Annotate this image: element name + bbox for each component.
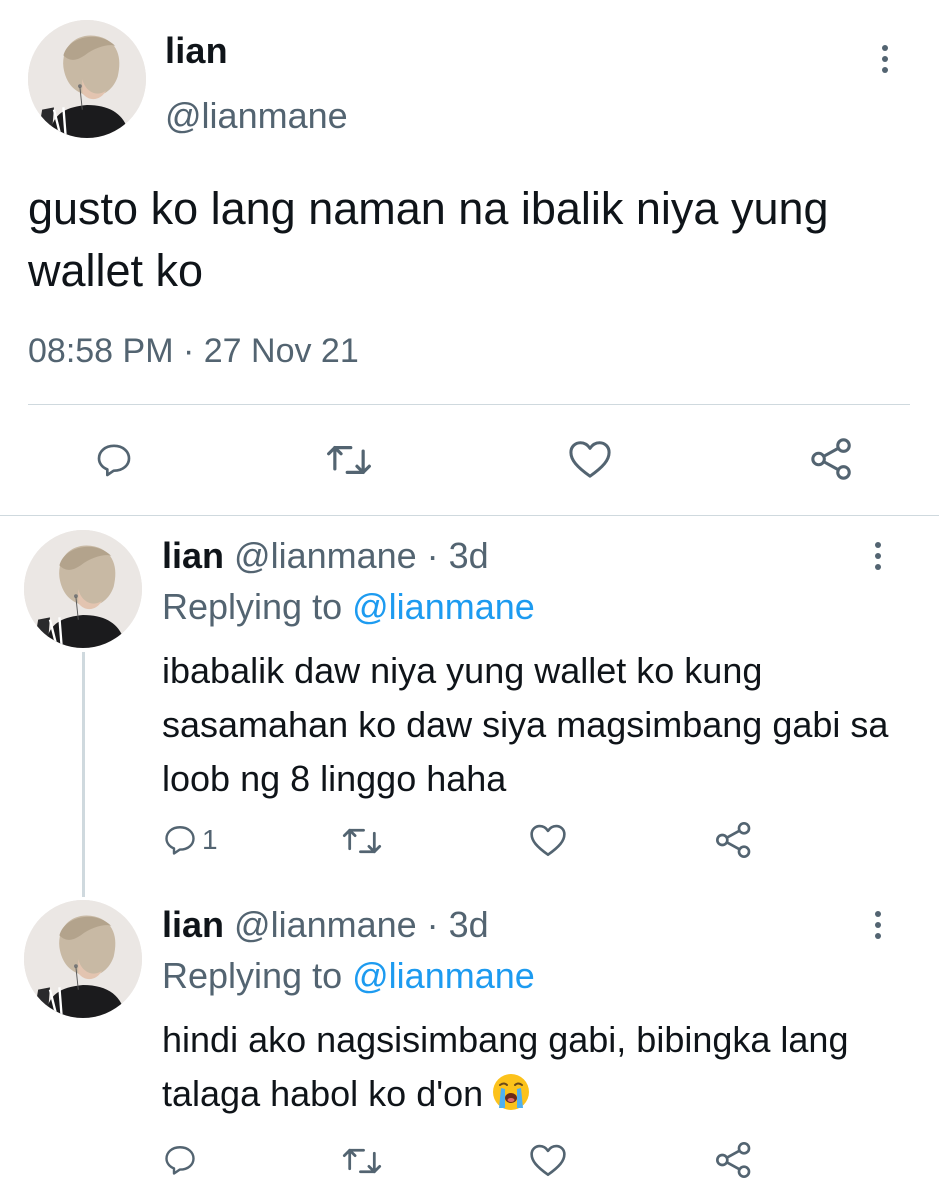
retweet-button[interactable] <box>326 440 372 480</box>
retweet-icon <box>342 828 382 854</box>
author-name[interactable]: lian <box>162 535 224 576</box>
reply-icon <box>165 1146 195 1175</box>
like-button[interactable] <box>567 438 613 480</box>
replying-to: Replying to @lianmane <box>162 955 535 996</box>
tweet-text: gusto ko lang naman na ibalik niya yung … <box>28 183 829 296</box>
tweet-timestamp[interactable]: 08:58 PM · 27 Nov 21 <box>28 332 359 371</box>
mention-link[interactable]: @lianmane <box>352 586 535 627</box>
mention-link[interactable]: @lianmane <box>352 955 535 996</box>
reply-header: lian @lianmane · 3d <box>162 904 489 946</box>
reply-text: ibabalik daw niya yung wallet ko kung sa… <box>162 650 889 799</box>
more-vertical-icon <box>875 911 881 917</box>
share-icon <box>716 822 751 858</box>
thread-line <box>82 652 85 897</box>
more-vertical-icon <box>875 542 881 548</box>
more-vertical-icon <box>882 45 888 51</box>
heart-icon <box>530 824 566 857</box>
share-icon <box>811 438 851 480</box>
replying-to: Replying to @lianmane <box>162 586 535 627</box>
heart-icon <box>569 441 611 478</box>
more-options-button[interactable] <box>878 45 892 73</box>
share-button[interactable] <box>808 436 856 482</box>
reply-icon <box>97 444 131 477</box>
share-button[interactable] <box>714 1140 754 1180</box>
heart-icon <box>530 1144 566 1177</box>
reply-text: hindi ako nagsisimbang gabi, bibingka la… <box>162 1019 849 1114</box>
like-button[interactable] <box>528 1142 568 1178</box>
divider <box>28 404 910 405</box>
avatar[interactable] <box>24 530 142 648</box>
author-name[interactable]: lian <box>162 904 224 945</box>
author-handle-time[interactable]: @lianmane · 3d <box>234 904 489 945</box>
more-options-button[interactable] <box>871 911 885 939</box>
like-button[interactable] <box>528 822 568 858</box>
retweet-button[interactable] <box>342 1144 382 1178</box>
reply-count: 1 <box>202 824 218 855</box>
retweet-button[interactable] <box>342 824 382 858</box>
author-handle-time[interactable]: @lianmane · 3d <box>234 535 489 576</box>
avatar-photo <box>24 530 142 648</box>
reply-button[interactable] <box>93 440 135 480</box>
retweet-icon <box>327 446 371 474</box>
reply-header: lian @lianmane · 3d <box>162 535 489 577</box>
loudly-crying-face-icon <box>493 1074 530 1110</box>
avatar-photo <box>28 20 146 138</box>
avatar[interactable] <box>24 900 142 1018</box>
retweet-icon <box>342 1148 382 1174</box>
share-icon <box>716 1142 751 1178</box>
reply-button[interactable] <box>162 1142 202 1178</box>
avatar-photo <box>24 900 142 1018</box>
avatar[interactable] <box>28 20 146 138</box>
reply-icon <box>165 826 195 855</box>
share-button[interactable] <box>714 820 754 860</box>
divider <box>0 515 939 516</box>
reply-button[interactable]: 1 <box>162 822 218 858</box>
author-handle[interactable]: @lianmane <box>165 95 348 137</box>
author-name[interactable]: lian <box>165 30 228 72</box>
more-options-button[interactable] <box>871 542 885 570</box>
